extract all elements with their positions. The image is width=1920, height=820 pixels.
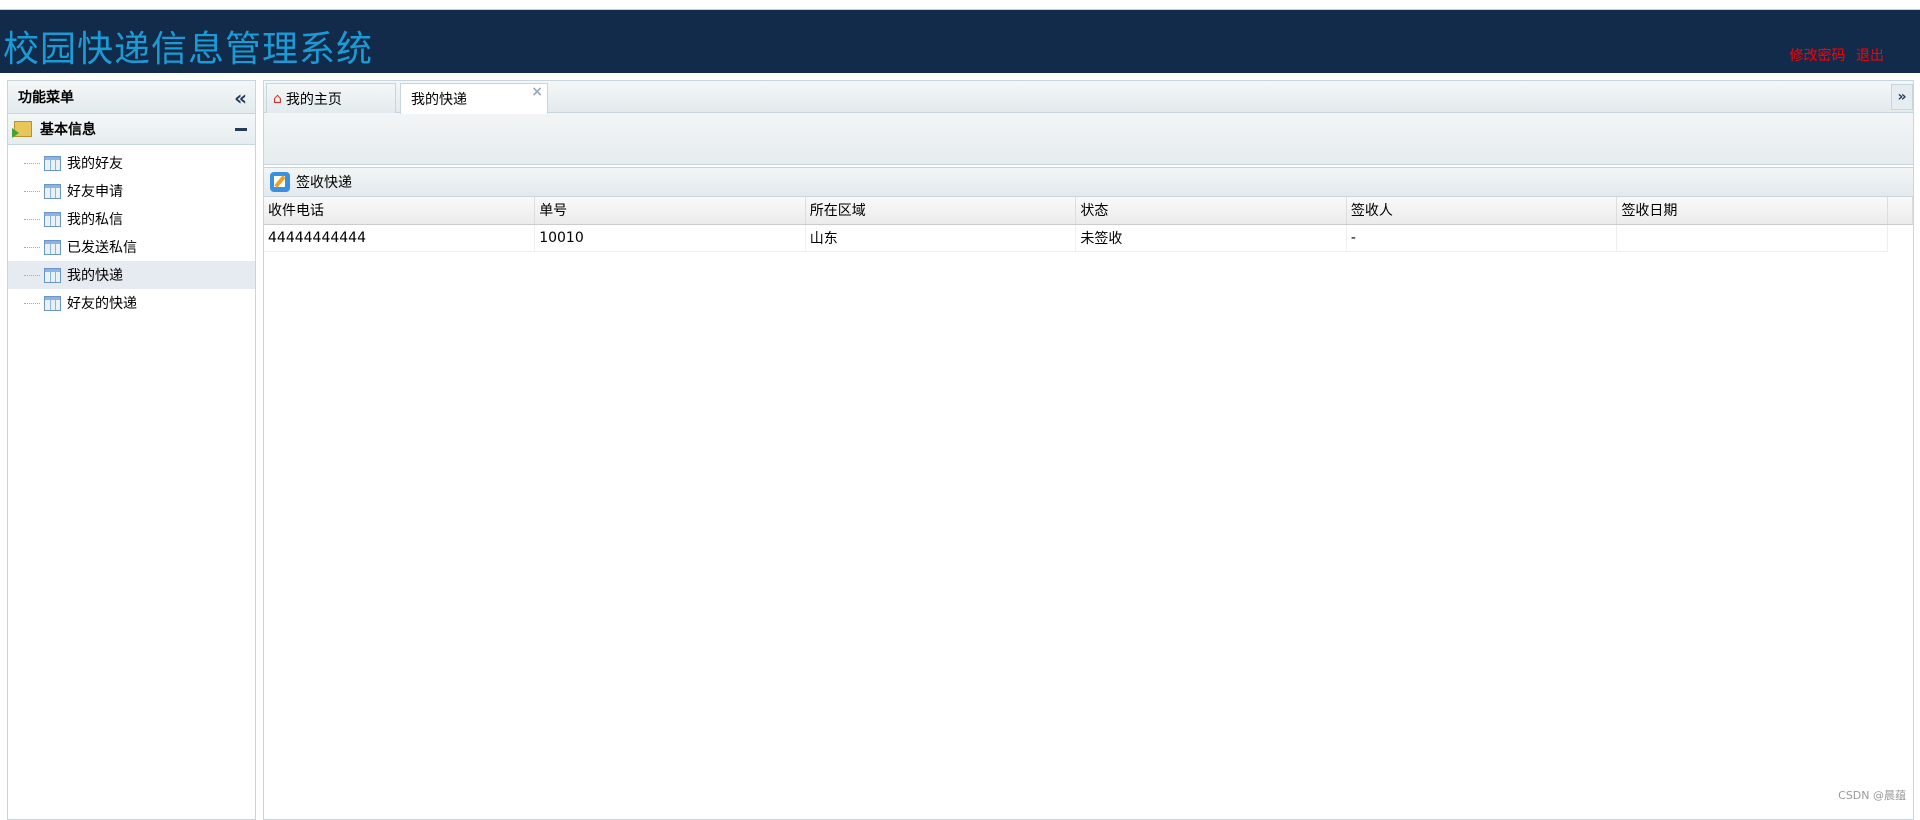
logout-link[interactable]: 退出 — [1856, 48, 1884, 64]
column-header[interactable]: 收件电话 — [264, 197, 536, 225]
column-header[interactable]: 签收人 — [1346, 197, 1618, 225]
sidebar-item-friend-express[interactable]: 好友的快递 — [8, 289, 255, 317]
table-icon — [44, 267, 61, 283]
main-panel: ⌂ 我的主页 我的快递 × » 签收快递 收件电话 单号 所在区域 状态 签收人… — [263, 80, 1914, 820]
tab-label: 我的主页 — [285, 91, 342, 108]
sign-express-button[interactable]: 签收快递 — [264, 167, 1913, 197]
sidebar-item-label: 好友申请 — [67, 184, 123, 200]
cell-signer: - — [1346, 224, 1618, 252]
collapse-icon[interactable]: « — [234, 86, 247, 110]
tab-home[interactable]: ⌂ 我的主页 — [266, 83, 396, 113]
table-header-row: 收件电话 单号 所在区域 状态 签收人 签收日期 — [264, 197, 1914, 225]
table-icon — [44, 295, 61, 311]
tab-label: 我的快递 — [411, 92, 467, 108]
header-filler — [1887, 197, 1914, 225]
toolbar — [264, 113, 1913, 165]
grid-title: 签收快递 — [296, 175, 352, 191]
sidebar-item-label: 我的快递 — [67, 268, 123, 284]
column-header[interactable]: 签收日期 — [1616, 197, 1888, 225]
cell-status: 未签收 — [1075, 224, 1347, 252]
minus-icon[interactable] — [235, 128, 247, 131]
cell-number: 10010 — [534, 224, 806, 252]
sidebar-title: 功能菜单 — [18, 90, 74, 106]
sidebar-item-my-express[interactable]: 我的快递 — [8, 261, 255, 289]
sidebar-item-label: 已发送私信 — [67, 240, 137, 256]
sidebar-item-sent-messages[interactable]: 已发送私信 — [8, 233, 255, 261]
edit-icon — [270, 172, 290, 192]
app-header: 校园快递信息管理系统 修改密码 退出 — [0, 10, 1920, 73]
group-label: 基本信息 — [40, 122, 96, 138]
table-icon — [44, 183, 61, 199]
chevron-down-icon[interactable]: » — [1891, 84, 1913, 110]
cell-region: 山东 — [805, 224, 1077, 252]
cell-sign-date — [1616, 224, 1888, 252]
home-icon: ⌂ — [273, 90, 282, 107]
column-header[interactable]: 单号 — [534, 197, 806, 225]
column-header[interactable]: 所在区域 — [805, 197, 1077, 225]
table-icon — [44, 155, 61, 171]
menu-group-basic-info[interactable]: 基本信息 — [8, 114, 255, 145]
sidebar-item-label: 我的好友 — [67, 156, 123, 172]
sidebar: 功能菜单 « 基本信息 我的好友 好友申请 我的私信 已发送私信 我的快递 好友… — [7, 80, 256, 820]
close-icon[interactable]: × — [531, 84, 543, 100]
table-row[interactable]: 44444444444 10010 山东 未签收 - — [264, 224, 1913, 252]
header-links: 修改密码 退出 — [1784, 45, 1884, 65]
sidebar-header: 功能菜单 « — [8, 81, 255, 114]
folder-icon — [12, 121, 32, 138]
cell-phone: 44444444444 — [264, 224, 536, 252]
change-password-link[interactable]: 修改密码 — [1790, 48, 1846, 64]
sidebar-item-friend-requests[interactable]: 好友申请 — [8, 177, 255, 205]
table-icon — [44, 239, 61, 255]
tab-my-express[interactable]: 我的快递 × — [400, 83, 548, 114]
sidebar-item-label: 好友的快递 — [67, 296, 137, 312]
sidebar-item-my-friends[interactable]: 我的好友 — [8, 149, 255, 177]
tab-bar: ⌂ 我的主页 我的快递 × » — [264, 81, 1913, 114]
sidebar-item-label: 我的私信 — [67, 212, 123, 228]
app-title: 校园快递信息管理系统 — [3, 29, 374, 70]
watermark: CSDN @晨蕴 — [1838, 789, 1906, 802]
sidebar-item-my-messages[interactable]: 我的私信 — [8, 205, 255, 233]
browser-strip — [0, 0, 1920, 10]
column-header[interactable]: 状态 — [1075, 197, 1347, 225]
table-icon — [44, 211, 61, 227]
express-table: 收件电话 单号 所在区域 状态 签收人 签收日期 44444444444 100… — [264, 197, 1914, 252]
